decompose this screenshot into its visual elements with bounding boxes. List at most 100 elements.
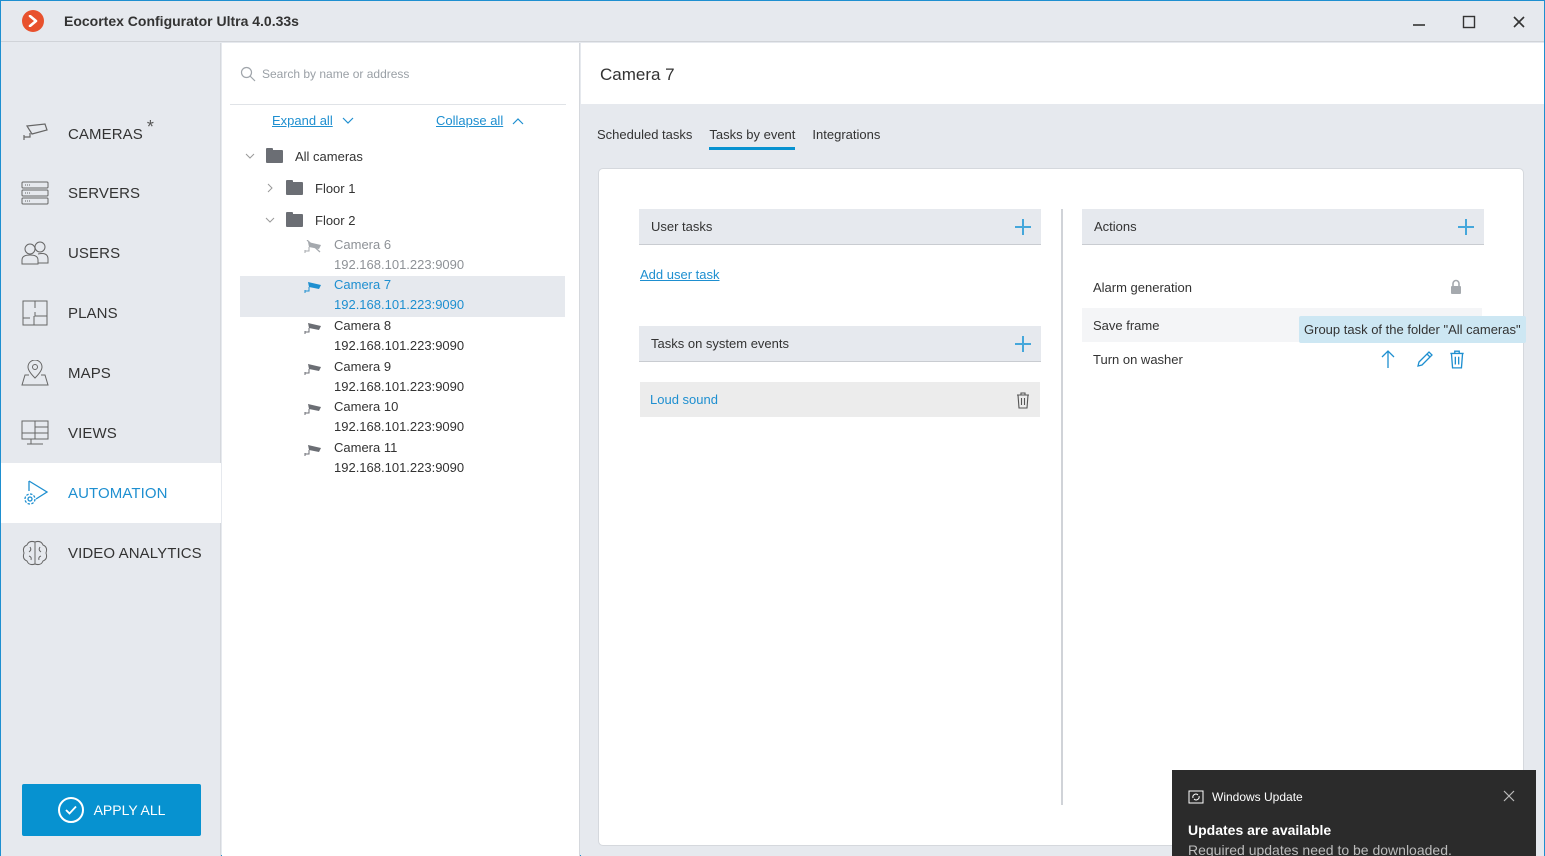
sidebar-item-label: CAMERAS [68,125,143,143]
close-icon [1513,15,1525,28]
minimize-button[interactable] [1394,1,1444,42]
apply-all-label: APPLY ALL [93,802,166,818]
action-item[interactable]: Alarm generation [1082,270,1482,304]
camera-list-item[interactable]: Camera 7 192.168.101.223:9090 [240,276,565,317]
sidebar-item-users[interactable]: USERS [1,223,221,283]
sidebar-item-label: VIDEO ANALYTICS [68,544,202,562]
trash-icon[interactable] [1449,349,1465,369]
main-header: Camera 7 [581,43,1544,104]
camera-tree-panel: Expand all Collapse all All cameras Floo… [222,43,580,856]
users-icon [21,239,49,267]
sidebar-item-label: USERS [68,244,121,262]
action-label: Save frame [1093,317,1160,333]
arrow-up-icon[interactable] [1381,349,1395,369]
camera-address: 192.168.101.223:9090 [334,379,465,394]
sidebar: CAMERAS* SERVERS USERS PLANS MAPS VIEWS [1,43,221,856]
toast-app-name: Windows Update [1212,790,1303,804]
expand-all-link[interactable]: Expand all [272,113,333,128]
app-logo-icon [22,10,44,32]
page-title: Camera 7 [600,65,675,84]
camera-icon [304,323,321,334]
tree-node-all-cameras[interactable]: All cameras [240,147,565,165]
camera-name: Camera 6 [334,237,392,252]
sidebar-item-plans[interactable]: PLANS [1,283,221,343]
search-icon [240,66,256,81]
folder-icon [286,179,303,195]
chevron-right-icon[interactable] [263,181,277,195]
apply-all-button[interactable]: APPLY ALL [22,784,201,836]
sidebar-item-maps[interactable]: MAPS [1,343,221,403]
plans-icon [21,299,49,327]
chevron-up-icon [512,117,524,124]
tree-node-floor-2[interactable]: Floor 2 [240,211,565,229]
action-label: Turn on washer [1093,351,1183,367]
action-item[interactable]: Turn on washer [1082,342,1482,376]
section-title: Actions [1094,219,1137,234]
search-input[interactable] [262,66,552,81]
maximize-button[interactable] [1444,1,1494,42]
camera-offline-icon [304,240,321,253]
sidebar-item-label: SERVERS [68,184,141,202]
search-box [230,43,566,105]
folder-icon [266,147,283,163]
sidebar-item-servers[interactable]: SERVERS [1,163,221,223]
camera-address: 192.168.101.223:9090 [334,419,465,434]
close-icon[interactable] [1502,789,1516,803]
modified-marker: * [146,116,154,137]
section-title: Tasks on system events [651,336,789,351]
camera-icon [304,445,321,456]
sidebar-item-video-analytics[interactable]: VIDEO ANALYTICS [1,523,221,583]
tooltip: Group task of the folder "All cameras" [1299,316,1526,343]
camera-address: 192.168.101.223:9090 [334,460,465,475]
camera-name: Camera 11 [334,440,398,455]
camera-list-item[interactable]: Camera 6 192.168.101.223:9090 [240,236,565,277]
sidebar-item-label: AUTOMATION [68,484,168,502]
windows-update-toast[interactable]: Windows Update Updates are available Req… [1172,770,1536,856]
tree-node-floor-1[interactable]: Floor 1 [240,179,565,197]
camera-list-item[interactable]: Camera 9 192.168.101.223:9090 [240,358,565,399]
windows-update-icon [1188,790,1204,804]
camera-list-item[interactable]: Camera 8 192.168.101.223:9090 [240,317,565,358]
section-title: User tasks [651,219,713,234]
brain-icon [21,539,49,567]
tab-tasks-by-event[interactable]: Tasks by event [709,127,796,150]
sidebar-item-label: PLANS [68,304,118,322]
camera-address: 192.168.101.223:9090 [334,338,465,353]
camera-list-item[interactable]: Camera 11 192.168.101.223:9090 [240,439,565,480]
event-label: Loud sound [650,392,718,407]
add-system-event-plus-icon[interactable] [1015,335,1031,352]
add-action-plus-icon[interactable] [1458,218,1474,235]
camera-icon [304,364,321,375]
sidebar-item-views[interactable]: VIEWS [1,403,221,463]
column-divider [1061,209,1063,805]
camera-name: Camera 9 [334,359,392,374]
camera-name: Camera 7 [334,277,392,292]
sidebar-item-cameras[interactable]: CAMERAS * [1,103,221,163]
chevron-down-icon[interactable] [263,213,277,227]
system-event-item[interactable]: Loud sound [640,382,1040,417]
sidebar-item-automation[interactable]: AUTOMATION [1,463,221,523]
add-user-task-link[interactable]: Add user task [640,267,720,282]
maximize-icon [1462,15,1476,28]
check-circle-icon [57,797,84,823]
pencil-icon[interactable] [1415,349,1435,369]
app-title: Eocortex Configurator Ultra 4.0.33s [64,13,299,29]
chevron-down-icon[interactable] [243,149,257,163]
servers-icon [21,179,49,207]
camera-name: Camera 10 [334,399,399,414]
close-button[interactable] [1494,1,1544,42]
tab-integrations[interactable]: Integrations [812,127,880,148]
chevron-down-icon [342,117,354,124]
tree-node-label: All cameras [295,148,363,164]
camera-list-item[interactable]: Camera 10 192.168.101.223:9090 [240,398,565,439]
folder-icon [286,211,303,227]
trash-icon[interactable] [1016,391,1030,409]
add-user-task-plus-icon[interactable] [1015,218,1031,235]
collapse-all-link[interactable]: Collapse all [436,113,503,128]
minimize-icon [1413,23,1425,26]
tree-node-label: Floor 2 [315,212,356,228]
action-label: Alarm generation [1093,279,1192,295]
camera-address: 192.168.101.223:9090 [334,297,465,312]
tab-scheduled-tasks[interactable]: Scheduled tasks [597,127,692,148]
tasks-card: User tasks Add user task Tasks on system… [598,168,1524,846]
